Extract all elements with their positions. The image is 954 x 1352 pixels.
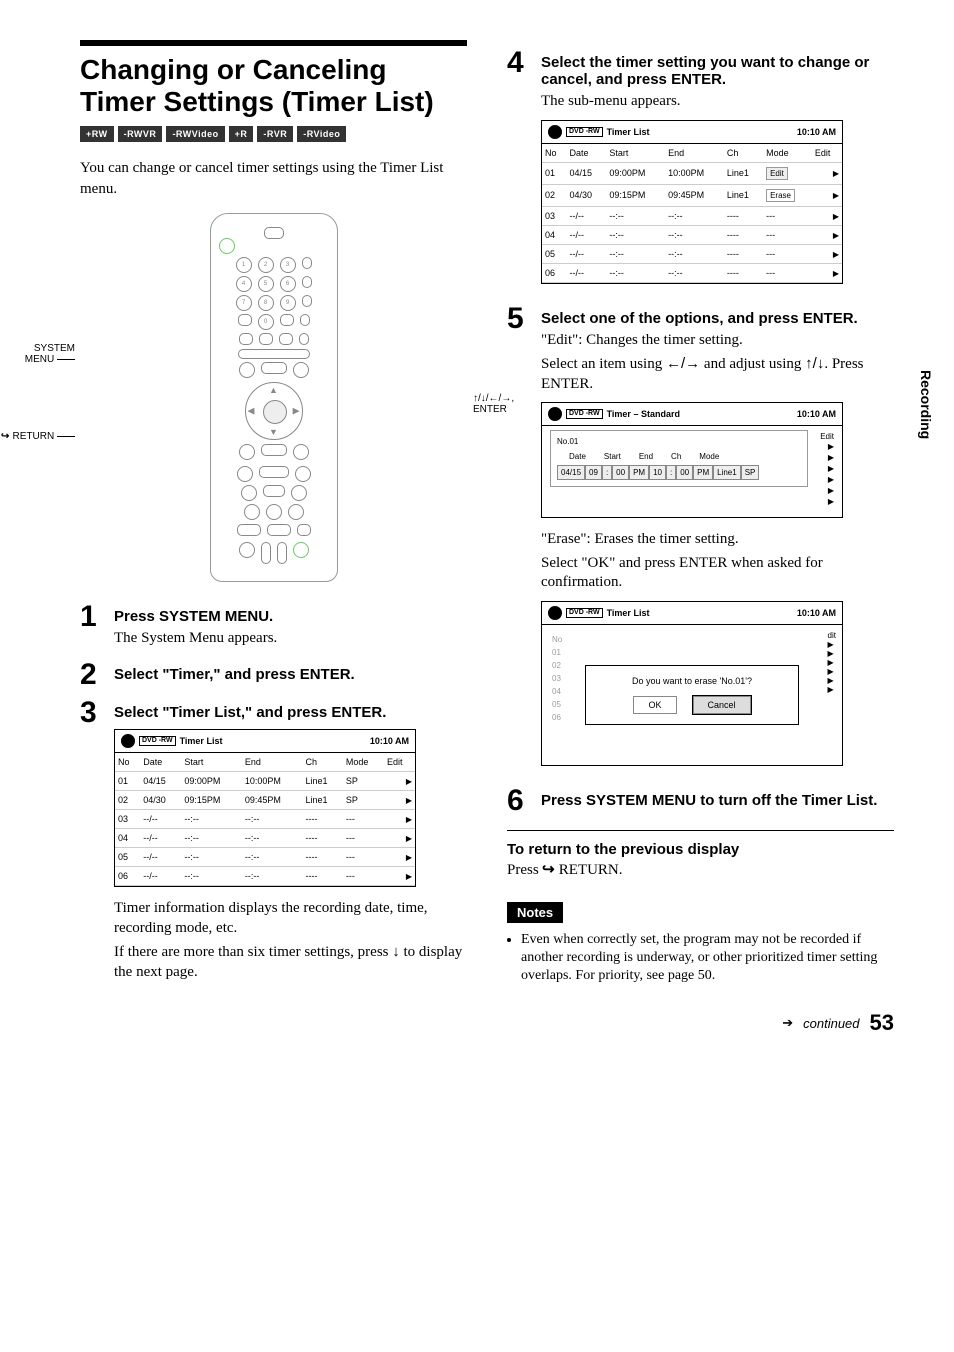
label-system-menu: SYSTEM MENU bbox=[20, 343, 75, 365]
step-3-title: Select "Timer List," and press ENTER. bbox=[114, 704, 467, 721]
notes-list: Even when correctly set, the program may… bbox=[507, 931, 894, 986]
step-1-title: Press SYSTEM MENU. bbox=[114, 608, 467, 625]
cancel-button[interactable]: Cancel bbox=[693, 696, 751, 714]
step-5-title: Select one of the options, and press ENT… bbox=[541, 310, 894, 327]
notes-label: Notes bbox=[507, 902, 563, 923]
step-2-title: Select "Timer," and press ENTER. bbox=[114, 666, 467, 683]
table-row: 05--/----:----:---------▶ bbox=[115, 848, 415, 867]
badge-rw: +RW bbox=[80, 126, 114, 142]
continued-arrow-icon: ➔ bbox=[782, 1015, 793, 1031]
disc-icon bbox=[548, 125, 562, 139]
osd-timer-list-1: DVD -RW Timer List 10:10 AM NoDate Start… bbox=[114, 729, 416, 887]
osd-erase-dialog: DVD -RW Timer List 10:10 AM No0102030405… bbox=[541, 601, 843, 766]
edit-col-label: Edit bbox=[808, 432, 834, 441]
step-4-num: 4 bbox=[507, 48, 529, 78]
step-5-num: 5 bbox=[507, 304, 529, 334]
remote-diagram: SYSTEM MENU ↩ RETURN ↑/↓/←/→, ENTER 123 … bbox=[80, 213, 467, 582]
label-enter: ↑/↓/←/→, ENTER bbox=[473, 393, 545, 415]
ok-button[interactable]: OK bbox=[633, 696, 676, 714]
disc-icon bbox=[121, 734, 135, 748]
step-6-title: Press SYSTEM MENU to turn off the Timer … bbox=[541, 792, 894, 809]
step-1-body: The System Menu appears. bbox=[114, 629, 467, 649]
timer-table: NoDate StartEnd ChMode Edit 0104/1509:00… bbox=[115, 753, 415, 886]
step-5-edit-body: Select an item using ←/→ and adjust usin… bbox=[541, 354, 894, 394]
badge-rvideo: -RVideo bbox=[297, 126, 346, 142]
continued-label: continued bbox=[803, 1016, 859, 1031]
osd-title: Timer List bbox=[607, 127, 650, 137]
submenu-edit: Edit bbox=[766, 167, 788, 180]
return-body: Press ↩ RETURN. bbox=[507, 860, 894, 880]
step-5-edit-line: "Edit": Changes the timer setting. bbox=[541, 331, 894, 351]
intro-text: You can change or cancel timer settings … bbox=[80, 158, 467, 199]
step-3-after2: If there are more than six timer setting… bbox=[114, 942, 467, 982]
step-4-title: Select the timer setting you want to cha… bbox=[541, 54, 894, 88]
badge-r: +R bbox=[229, 126, 254, 142]
format-badges: +RW -RWVR -RWVideo +R -RVR -RVideo bbox=[80, 126, 467, 142]
title-rule bbox=[80, 40, 467, 46]
table-row: 0204/3009:15PM09:45PMLine1SP▶ bbox=[115, 791, 415, 810]
step-2-num: 2 bbox=[80, 660, 102, 690]
badge-rwvideo: -RWVideo bbox=[166, 126, 224, 142]
table-row: 0104/1509:00PM10:00PMLine1SP▶ bbox=[115, 772, 415, 791]
table-row: 04--/----:----:---------▶ bbox=[115, 829, 415, 848]
step-3-num: 3 bbox=[80, 698, 102, 728]
badge-rwvr: -RWVR bbox=[118, 126, 163, 142]
step-1-num: 1 bbox=[80, 602, 102, 632]
osd-submenu: DVD -RW Timer List 10:10 AM NoDateStartE… bbox=[541, 120, 843, 284]
badge-rvr: -RVR bbox=[257, 126, 293, 142]
step-3-after: Timer information displays the recording… bbox=[114, 899, 467, 938]
step-5-erase-body: Select "OK" and press ENTER when asked f… bbox=[541, 554, 894, 593]
d-pad: ▲▼◀▶ bbox=[245, 382, 303, 440]
edit-no: No.01 bbox=[557, 437, 801, 446]
side-tab-recording: Recording bbox=[918, 370, 934, 439]
osd-clock: 10:10 AM bbox=[370, 736, 409, 746]
table-row: 06--/----:----:---------▶ bbox=[115, 867, 415, 886]
note-item: Even when correctly set, the program may… bbox=[521, 931, 894, 986]
osd-edit-panel: DVD -RW Timer – Standard 10:10 AM No.01 … bbox=[541, 402, 843, 518]
section-rule bbox=[507, 830, 894, 831]
osd-clock: 10:10 AM bbox=[797, 127, 836, 137]
confirm-dialog: Do you want to erase 'No.01'? OK Cancel bbox=[585, 665, 799, 725]
step-4-body: The sub-menu appears. bbox=[541, 92, 894, 112]
dvd-badge: DVD -RW bbox=[566, 127, 603, 137]
dialog-question: Do you want to erase 'No.01'? bbox=[602, 676, 782, 686]
dvd-badge: DVD -RW bbox=[139, 736, 176, 746]
page-number: 53 bbox=[870, 1010, 894, 1036]
step-5-erase-line: "Erase": Erases the timer setting. bbox=[541, 530, 894, 550]
label-return: ↩ RETURN bbox=[0, 431, 75, 442]
table-row: 03--/----:----:---------▶ bbox=[115, 810, 415, 829]
page-title: Changing or Canceling Timer Settings (Ti… bbox=[80, 54, 467, 118]
osd-title: Timer List bbox=[180, 736, 223, 746]
return-heading: To return to the previous display bbox=[507, 841, 894, 858]
submenu-erase: Erase bbox=[766, 189, 795, 202]
step-6-num: 6 bbox=[507, 786, 529, 816]
